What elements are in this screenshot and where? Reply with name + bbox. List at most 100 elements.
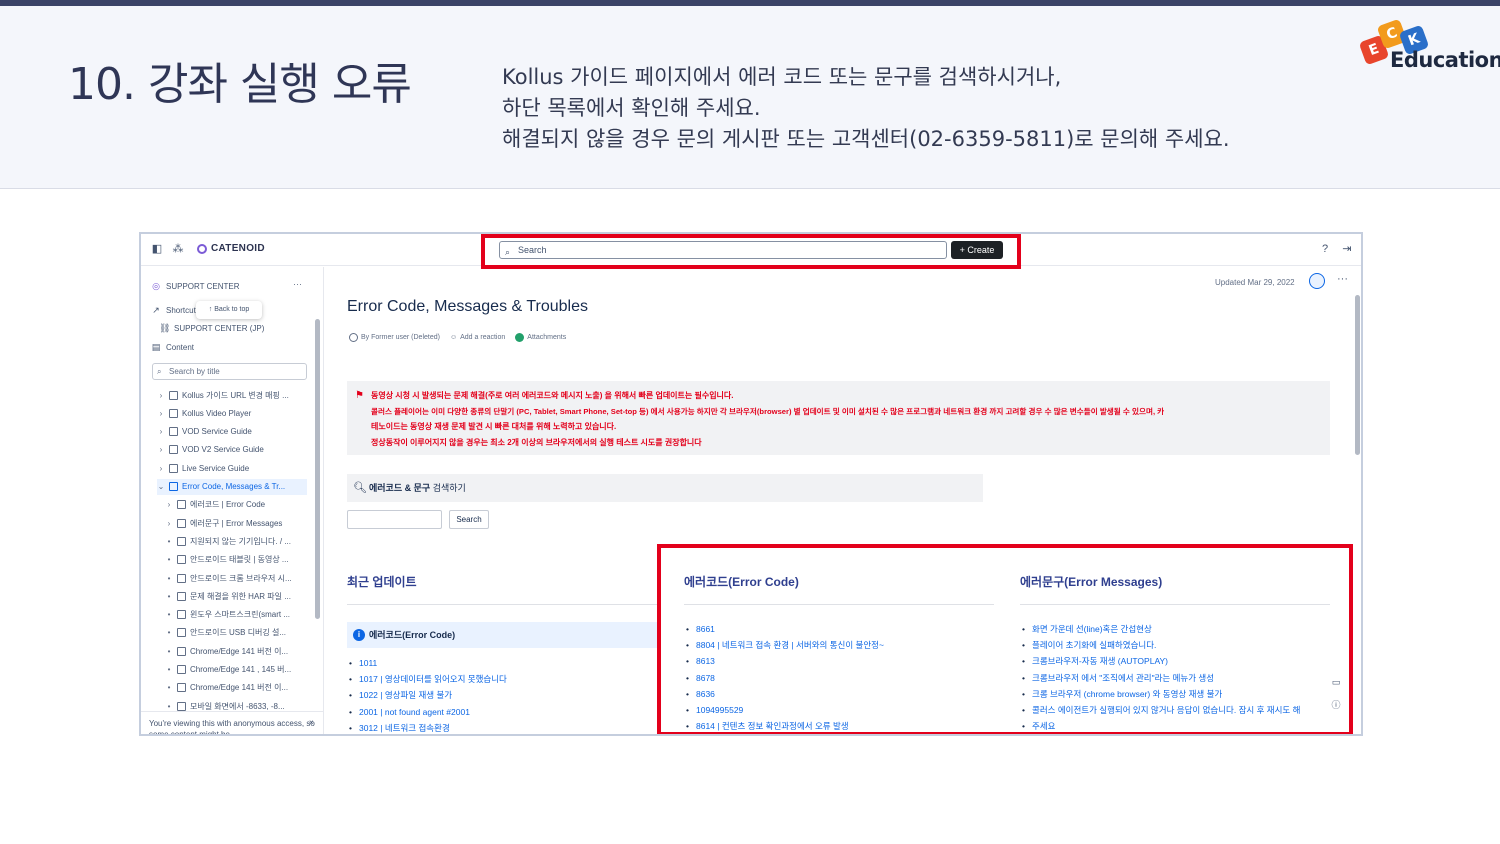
page-icon <box>169 445 178 455</box>
instruction-line: 하단 목록에서 확인해 주세요. <box>502 96 761 120</box>
notice-line: 동영상 시청 시 발생되는 문제 해결(주로 여러 에러코드와 메시지 노출) … <box>371 391 734 400</box>
owner-avatar[interactable] <box>1309 273 1325 289</box>
list-item-link[interactable]: 2001 | not found agent #2001 <box>347 704 507 720</box>
catenoid-logo-icon <box>197 243 207 254</box>
error-search-heading-bold: 에러코드 & 문구 <box>369 483 431 493</box>
page-icon <box>177 555 186 565</box>
search-by-title-input[interactable]: ⌕ Search by title <box>152 363 307 380</box>
back-to-top-button[interactable]: ↑ Back to top <box>196 301 262 319</box>
page-icon <box>177 665 186 674</box>
sign-in-icon[interactable]: ⇥ <box>1341 243 1353 255</box>
attachments-link[interactable]: Attachments <box>515 333 566 342</box>
list-item-link[interactable]: 1017 | 영상데이터를 읽어오지 못했습니다 <box>347 671 507 687</box>
info-icon: i <box>353 629 365 641</box>
page-icon <box>169 427 178 437</box>
list-item-link[interactable]: 1022 | 영상파일 재생 불가 <box>347 687 507 703</box>
sidebar-tree-label: 안드로이드 태블릿 | 동영상 ... <box>190 555 289 565</box>
sidebar-tree-item[interactable]: › Live Service Guide <box>157 460 307 476</box>
content-header[interactable]: ▤ Content <box>151 342 194 353</box>
expand-chevron-icon[interactable]: › <box>157 445 165 454</box>
search-icon: ⌕ <box>157 367 162 376</box>
flag-icon: ⚑ <box>355 390 364 401</box>
author-label: By Former user (Deleted) <box>361 334 440 341</box>
add-reaction-label: Add a reaction <box>460 334 506 341</box>
page-icon <box>169 390 178 400</box>
page-icon <box>169 463 178 473</box>
sidebar-tree-item[interactable]: › VOD Service Guide <box>157 424 307 440</box>
more-actions-icon[interactable]: ··· <box>1337 273 1348 285</box>
emoji-icon: ☺ <box>449 334 458 341</box>
jp-link-label: SUPPORT CENTER (JP) <box>174 324 265 333</box>
byline: By Former user (Deleted) ☺ Add a reaction… <box>349 333 566 342</box>
sidebar-tree-item[interactable]: ⌄ Error Code, Messages & Tr... <box>157 478 307 495</box>
author[interactable]: By Former user (Deleted) <box>349 333 440 342</box>
page-icon <box>177 536 186 546</box>
instruction-line: 해결되지 않을 경우 문의 게시판 또는 고객센터(02-6359-5811)로… <box>502 127 1230 151</box>
sidebar-tree-item[interactable]: • Chrome/Edge 141 버전 이... <box>165 643 307 659</box>
page-icon <box>177 591 186 601</box>
space-more-icon[interactable]: ··· <box>293 279 302 289</box>
shortcuts-label: Shortcuts <box>166 306 200 315</box>
page-icon <box>177 610 186 620</box>
sidebar-tree-item[interactable]: › 에러문구 | Error Messages <box>165 515 307 531</box>
space-name: SUPPORT CENTER <box>166 282 240 291</box>
divider <box>347 604 657 605</box>
sidebar-tree-item[interactable]: › Kollus 가이드 URL 변경 매핑 ... <box>157 387 307 403</box>
sidebar-tree-item[interactable]: • 안드로이드 USB 디버깅 설... <box>165 625 307 641</box>
list-item-link[interactable]: 3012 | 네트워크 접속환경 <box>347 720 507 734</box>
help-icon[interactable]: ? <box>1319 243 1331 255</box>
anonymous-notice-text: You're viewing this with anonymous acces… <box>149 719 315 736</box>
expand-chevron-icon[interactable]: › <box>157 409 165 418</box>
sidebar-tree-item[interactable]: • 안드로이드 태블릿 | 동영상 ... <box>165 552 307 568</box>
instructions: Kollus 가이드 페이지에서 에러 코드 또는 문구를 검색하시거나, 하단… <box>502 62 1230 155</box>
sidebar-tree-item[interactable]: • Chrome/Edge 141 버전 이... <box>165 680 307 696</box>
bullet-icon: • <box>167 536 171 546</box>
error-search-button[interactable]: Search <box>449 510 489 529</box>
sidebar-tree-item[interactable]: › Kollus Video Player <box>157 405 307 421</box>
sidebar-tree-item[interactable]: › VOD V2 Service Guide <box>157 442 307 458</box>
add-reaction-button[interactable]: ☺ Add a reaction <box>450 334 505 341</box>
anonymous-notice: You're viewing this with anonymous acces… <box>141 711 323 736</box>
error-search-input[interactable] <box>347 510 442 529</box>
sidebar-tree-item[interactable]: • Chrome/Edge 141 , 145 버... <box>165 662 307 678</box>
space-header[interactable]: ◎ SUPPORT CENTER <box>151 281 240 292</box>
sidebar-tree-item[interactable]: • 문제 해결을 위한 HAR 파일 ... <box>165 588 307 604</box>
expand-chevron-icon[interactable]: › <box>157 427 165 436</box>
search-by-title-placeholder: Search by title <box>169 367 220 376</box>
sidebar-tree-item[interactable]: • 지원되지 않는 기기입니다. / ... <box>165 533 307 549</box>
bullet-icon: • <box>167 665 171 674</box>
logo-text: Education <box>1390 48 1500 72</box>
expand-chevron-icon[interactable]: › <box>157 464 165 473</box>
apps-grid-icon[interactable]: ⁂ <box>172 243 184 255</box>
close-icon[interactable]: × <box>309 717 314 728</box>
expand-chevron-icon[interactable]: › <box>165 519 173 528</box>
list-item-link[interactable]: 1011 <box>347 655 507 671</box>
expand-chevron-icon[interactable]: › <box>157 391 165 400</box>
notice-line: 테노이드는 동영상 재생 문제 발견 시 빠른 대처를 위해 노력하고 있습니다… <box>371 422 617 431</box>
attachment-icon <box>515 333 525 342</box>
sidebar-tree-label: 안드로이드 크롬 브라우저 시... <box>190 573 292 583</box>
page-icon <box>169 482 178 491</box>
search-create-highlight <box>481 234 1021 269</box>
recent-updates-list: 10111017 | 영상데이터를 읽어오지 못했습니다1022 | 영상파일 … <box>347 655 507 734</box>
brand[interactable]: CATENOID <box>197 243 265 254</box>
notice-line: 콜러스 플레이어는 이미 다양한 종류의 단말기 (PC, Tablet, Sm… <box>371 406 1165 416</box>
support-center-screenshot: ◧ ⁂ CATENOID ⌕ Search + Create ? ⇥ ◎ SUPPO… <box>139 232 1363 736</box>
page-icon <box>177 701 186 711</box>
sidebar-tree-label: VOD V2 Service Guide <box>182 445 264 455</box>
sidebar-scrollbar[interactable] <box>315 319 320 619</box>
expand-chevron-icon[interactable]: › <box>165 500 173 509</box>
sidebar-tree-item[interactable]: • 윈도우 스마트스크린(smart ... <box>165 607 307 623</box>
sidebar-tree-item[interactable]: • 안드로이드 크롬 브라우저 시... <box>165 570 307 586</box>
page-scrollbar[interactable] <box>1355 295 1360 455</box>
slide: 10. 강좌 실행 오류 Kollus 가이드 페이지에서 에러 코드 또는 문… <box>0 0 1500 844</box>
header-band: 10. 강좌 실행 오류 Kollus 가이드 페이지에서 에러 코드 또는 문… <box>0 6 1500 189</box>
shortcuts-row[interactable]: ↗ Shortcuts <box>151 305 200 316</box>
shortcut-icon: ↗ <box>152 305 160 315</box>
sidebar-tree-label: 문제 해결을 위한 HAR 파일 ... <box>190 591 291 601</box>
expand-chevron-icon[interactable]: ⌄ <box>157 482 165 491</box>
jp-link[interactable]: ⛓ SUPPORT CENTER (JP) <box>159 323 264 334</box>
content-label: Content <box>166 343 195 352</box>
sidebar-toggle-icon[interactable]: ◧ <box>151 243 163 255</box>
sidebar-tree-item[interactable]: › 에러코드 | Error Code <box>165 497 307 513</box>
